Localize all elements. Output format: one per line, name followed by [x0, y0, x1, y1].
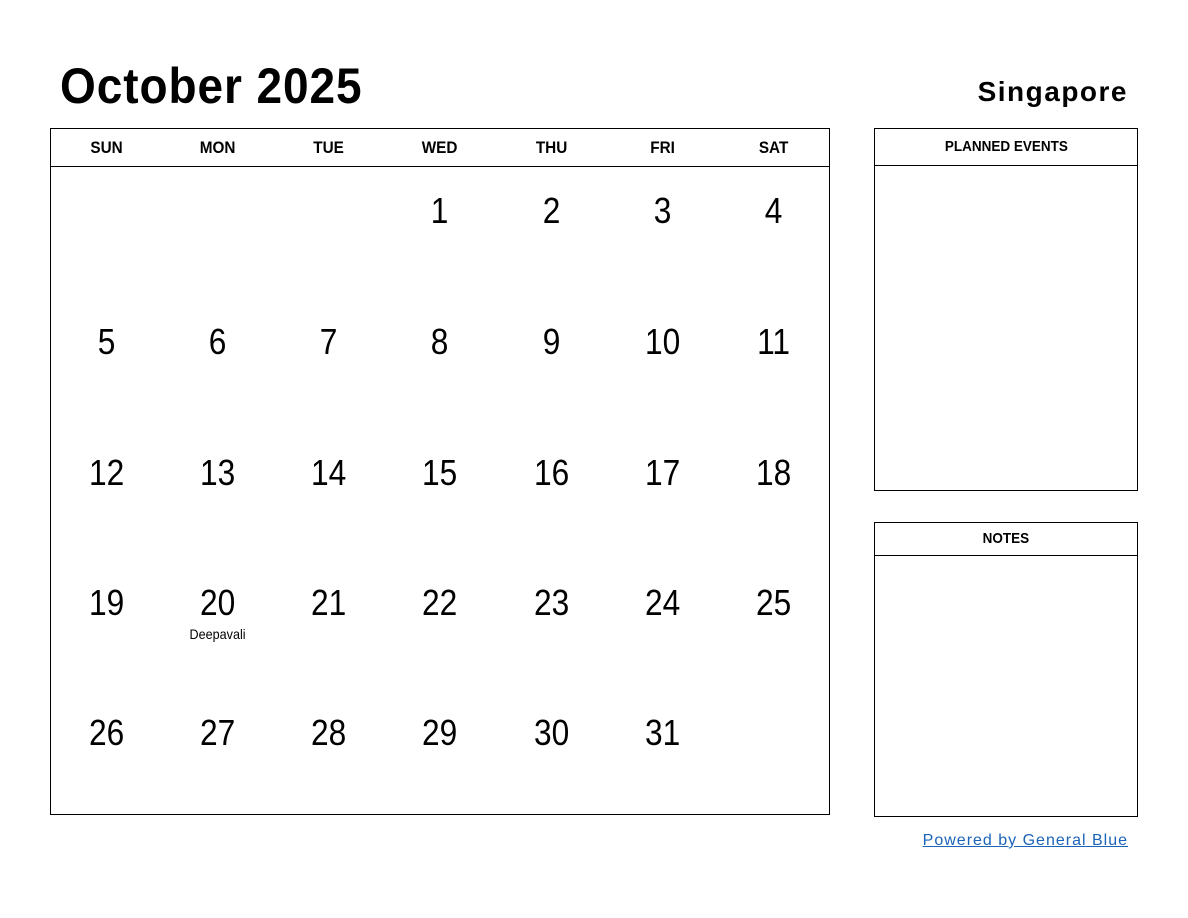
day-number: 19 [88, 582, 125, 623]
day-cell[interactable]: 12 [51, 429, 162, 559]
day-number: 1 [431, 190, 449, 231]
day-number: 25 [755, 582, 792, 623]
day-cell[interactable]: 20 Deepavali [162, 559, 273, 689]
planned-events-panel: PLANNED EVENTS [874, 128, 1138, 491]
weekday-header: SUN MON TUE WED THU FRI SAT [51, 129, 829, 167]
page-title: October 2025 [60, 58, 363, 114]
day-number: 9 [542, 321, 560, 362]
day-number: 28 [311, 712, 347, 753]
day-cell[interactable]: 25 [718, 559, 829, 689]
weekday-fri: FRI [649, 138, 675, 157]
day-number: 10 [644, 321, 680, 362]
day-number: 4 [764, 190, 783, 231]
day-cell[interactable]: 16 [496, 429, 607, 559]
empty-day-cell [718, 689, 829, 819]
day-number: 14 [311, 452, 347, 493]
empty-day-cell [51, 167, 162, 298]
day-number: 3 [653, 190, 672, 231]
day-number: 30 [533, 712, 569, 753]
day-number: 12 [88, 452, 125, 493]
day-number: 6 [208, 321, 227, 362]
day-number: 27 [200, 712, 236, 753]
day-number [725, 689, 823, 713]
day-number: 23 [533, 582, 569, 623]
day-cell[interactable]: 1 [384, 167, 495, 298]
day-cell[interactable]: 27 [162, 689, 273, 819]
day-number [169, 167, 267, 191]
day-number: 2 [542, 190, 560, 231]
notes-panel: NOTES [874, 522, 1138, 817]
day-grid: 1 2 3 4 5 6 7 8 9 10 11 12 13 14 15 16 17 18 19 20 Deepavali… [51, 167, 829, 819]
day-cell[interactable]: 26 [51, 689, 162, 819]
planned-events-area[interactable] [875, 166, 1137, 489]
day-cell[interactable]: 4 [718, 167, 829, 298]
day-cell[interactable]: 13 [162, 429, 273, 559]
day-number: 5 [97, 321, 116, 362]
day-number: 15 [422, 452, 458, 493]
day-cell[interactable]: 10 [607, 298, 718, 429]
day-cell[interactable]: 23 [496, 559, 607, 689]
planned-events-header: PLANNED EVENTS [875, 129, 1137, 166]
day-number: 16 [533, 452, 569, 493]
day-cell[interactable]: 7 [273, 298, 384, 429]
powered-by-link[interactable]: Powered by General Blue [923, 832, 1128, 850]
day-cell[interactable]: 8 [384, 298, 495, 429]
day-cell[interactable]: 11 [718, 298, 829, 429]
day-cell[interactable]: 17 [607, 429, 718, 559]
day-cell[interactable]: 31 [607, 689, 718, 819]
day-number: 22 [422, 582, 458, 623]
day-cell[interactable]: 14 [273, 429, 384, 559]
notes-area[interactable] [875, 556, 1137, 815]
notes-title: NOTES [982, 530, 1030, 547]
weekday-thu: THU [535, 138, 567, 157]
day-cell[interactable]: 19 [51, 559, 162, 689]
day-cell[interactable]: 22 [384, 559, 495, 689]
country-label: Singapore [977, 76, 1128, 107]
day-number: 24 [644, 582, 680, 623]
weekday-mon: MON [199, 138, 236, 157]
day-cell[interactable]: 21 [273, 559, 384, 689]
day-cell[interactable]: 3 [607, 167, 718, 298]
day-cell[interactable]: 28 [273, 689, 384, 819]
day-cell[interactable]: 18 [718, 429, 829, 559]
day-number [280, 167, 378, 191]
weekday-wed: WED [422, 138, 458, 157]
day-cell[interactable]: 30 [496, 689, 607, 819]
day-cell[interactable]: 9 [496, 298, 607, 429]
day-cell[interactable]: 5 [51, 298, 162, 429]
empty-day-cell [162, 167, 273, 298]
day-number: 26 [88, 712, 125, 753]
day-cell[interactable]: 2 [496, 167, 607, 298]
calendar-grid: SUN MON TUE WED THU FRI SAT 1 2 3 4 5 6 7 8 9 10 1… [50, 128, 830, 815]
weekday-tue: TUE [313, 138, 345, 157]
day-cell[interactable]: 29 [384, 689, 495, 819]
planned-events-title: PLANNED EVENTS [944, 138, 1068, 155]
day-number: 8 [431, 321, 449, 362]
day-cell[interactable]: 15 [384, 429, 495, 559]
holiday-label: Deepavali [189, 626, 246, 642]
day-number [58, 167, 156, 191]
day-number: 29 [422, 712, 458, 753]
day-number: 17 [644, 452, 680, 493]
weekday-sat: SAT [758, 138, 789, 157]
day-number: 18 [755, 452, 792, 493]
day-number: 21 [311, 582, 347, 623]
day-cell[interactable]: 24 [607, 559, 718, 689]
weekday-sun: SUN [90, 138, 123, 157]
day-cell[interactable]: 6 [162, 298, 273, 429]
day-number: 13 [200, 452, 236, 493]
notes-header: NOTES [875, 523, 1137, 556]
day-number: 7 [320, 321, 338, 362]
day-number: 11 [756, 321, 790, 362]
day-number: 20 [200, 582, 236, 623]
day-number: 31 [644, 712, 680, 753]
empty-day-cell [273, 167, 384, 298]
